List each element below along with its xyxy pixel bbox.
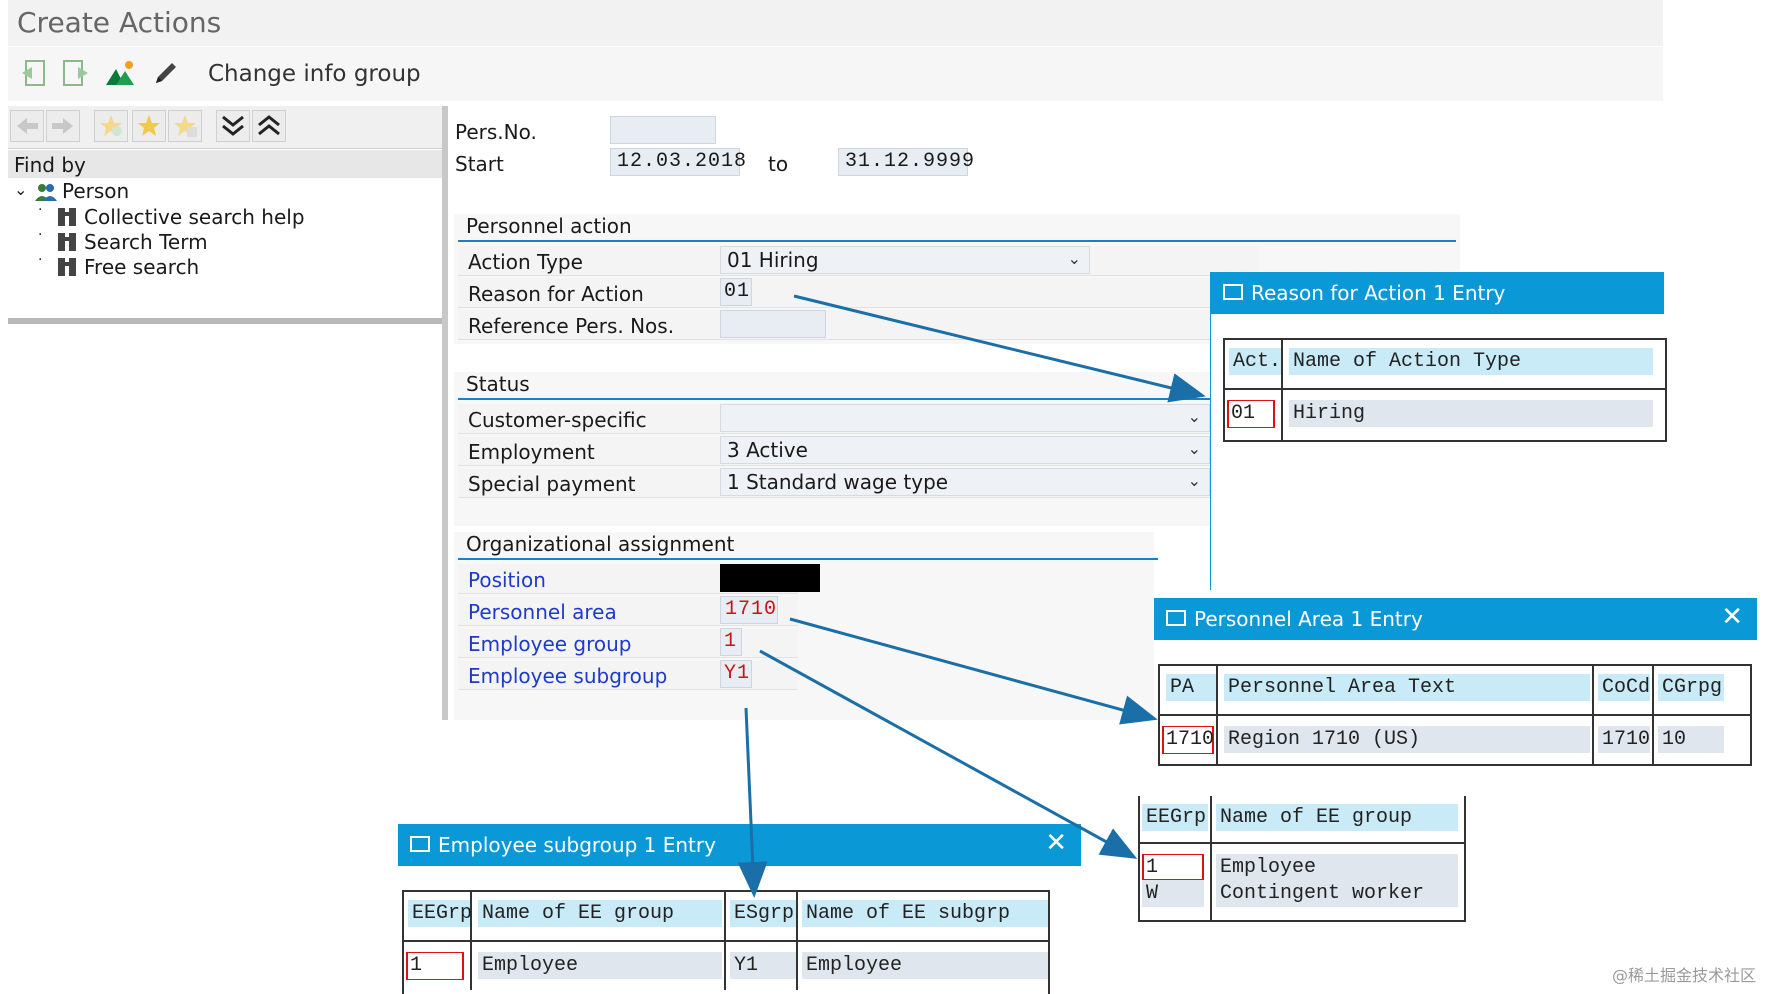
watermark: @稀土掘金技术社区 bbox=[1612, 966, 1757, 985]
arrow-reason bbox=[793, 294, 1206, 403]
annotation-arrows bbox=[737, 294, 1206, 898]
arrow-employee-group bbox=[759, 649, 1138, 859]
arrow-personnel-area bbox=[789, 617, 1158, 725]
arrow-employee-subgroup bbox=[737, 707, 768, 898]
